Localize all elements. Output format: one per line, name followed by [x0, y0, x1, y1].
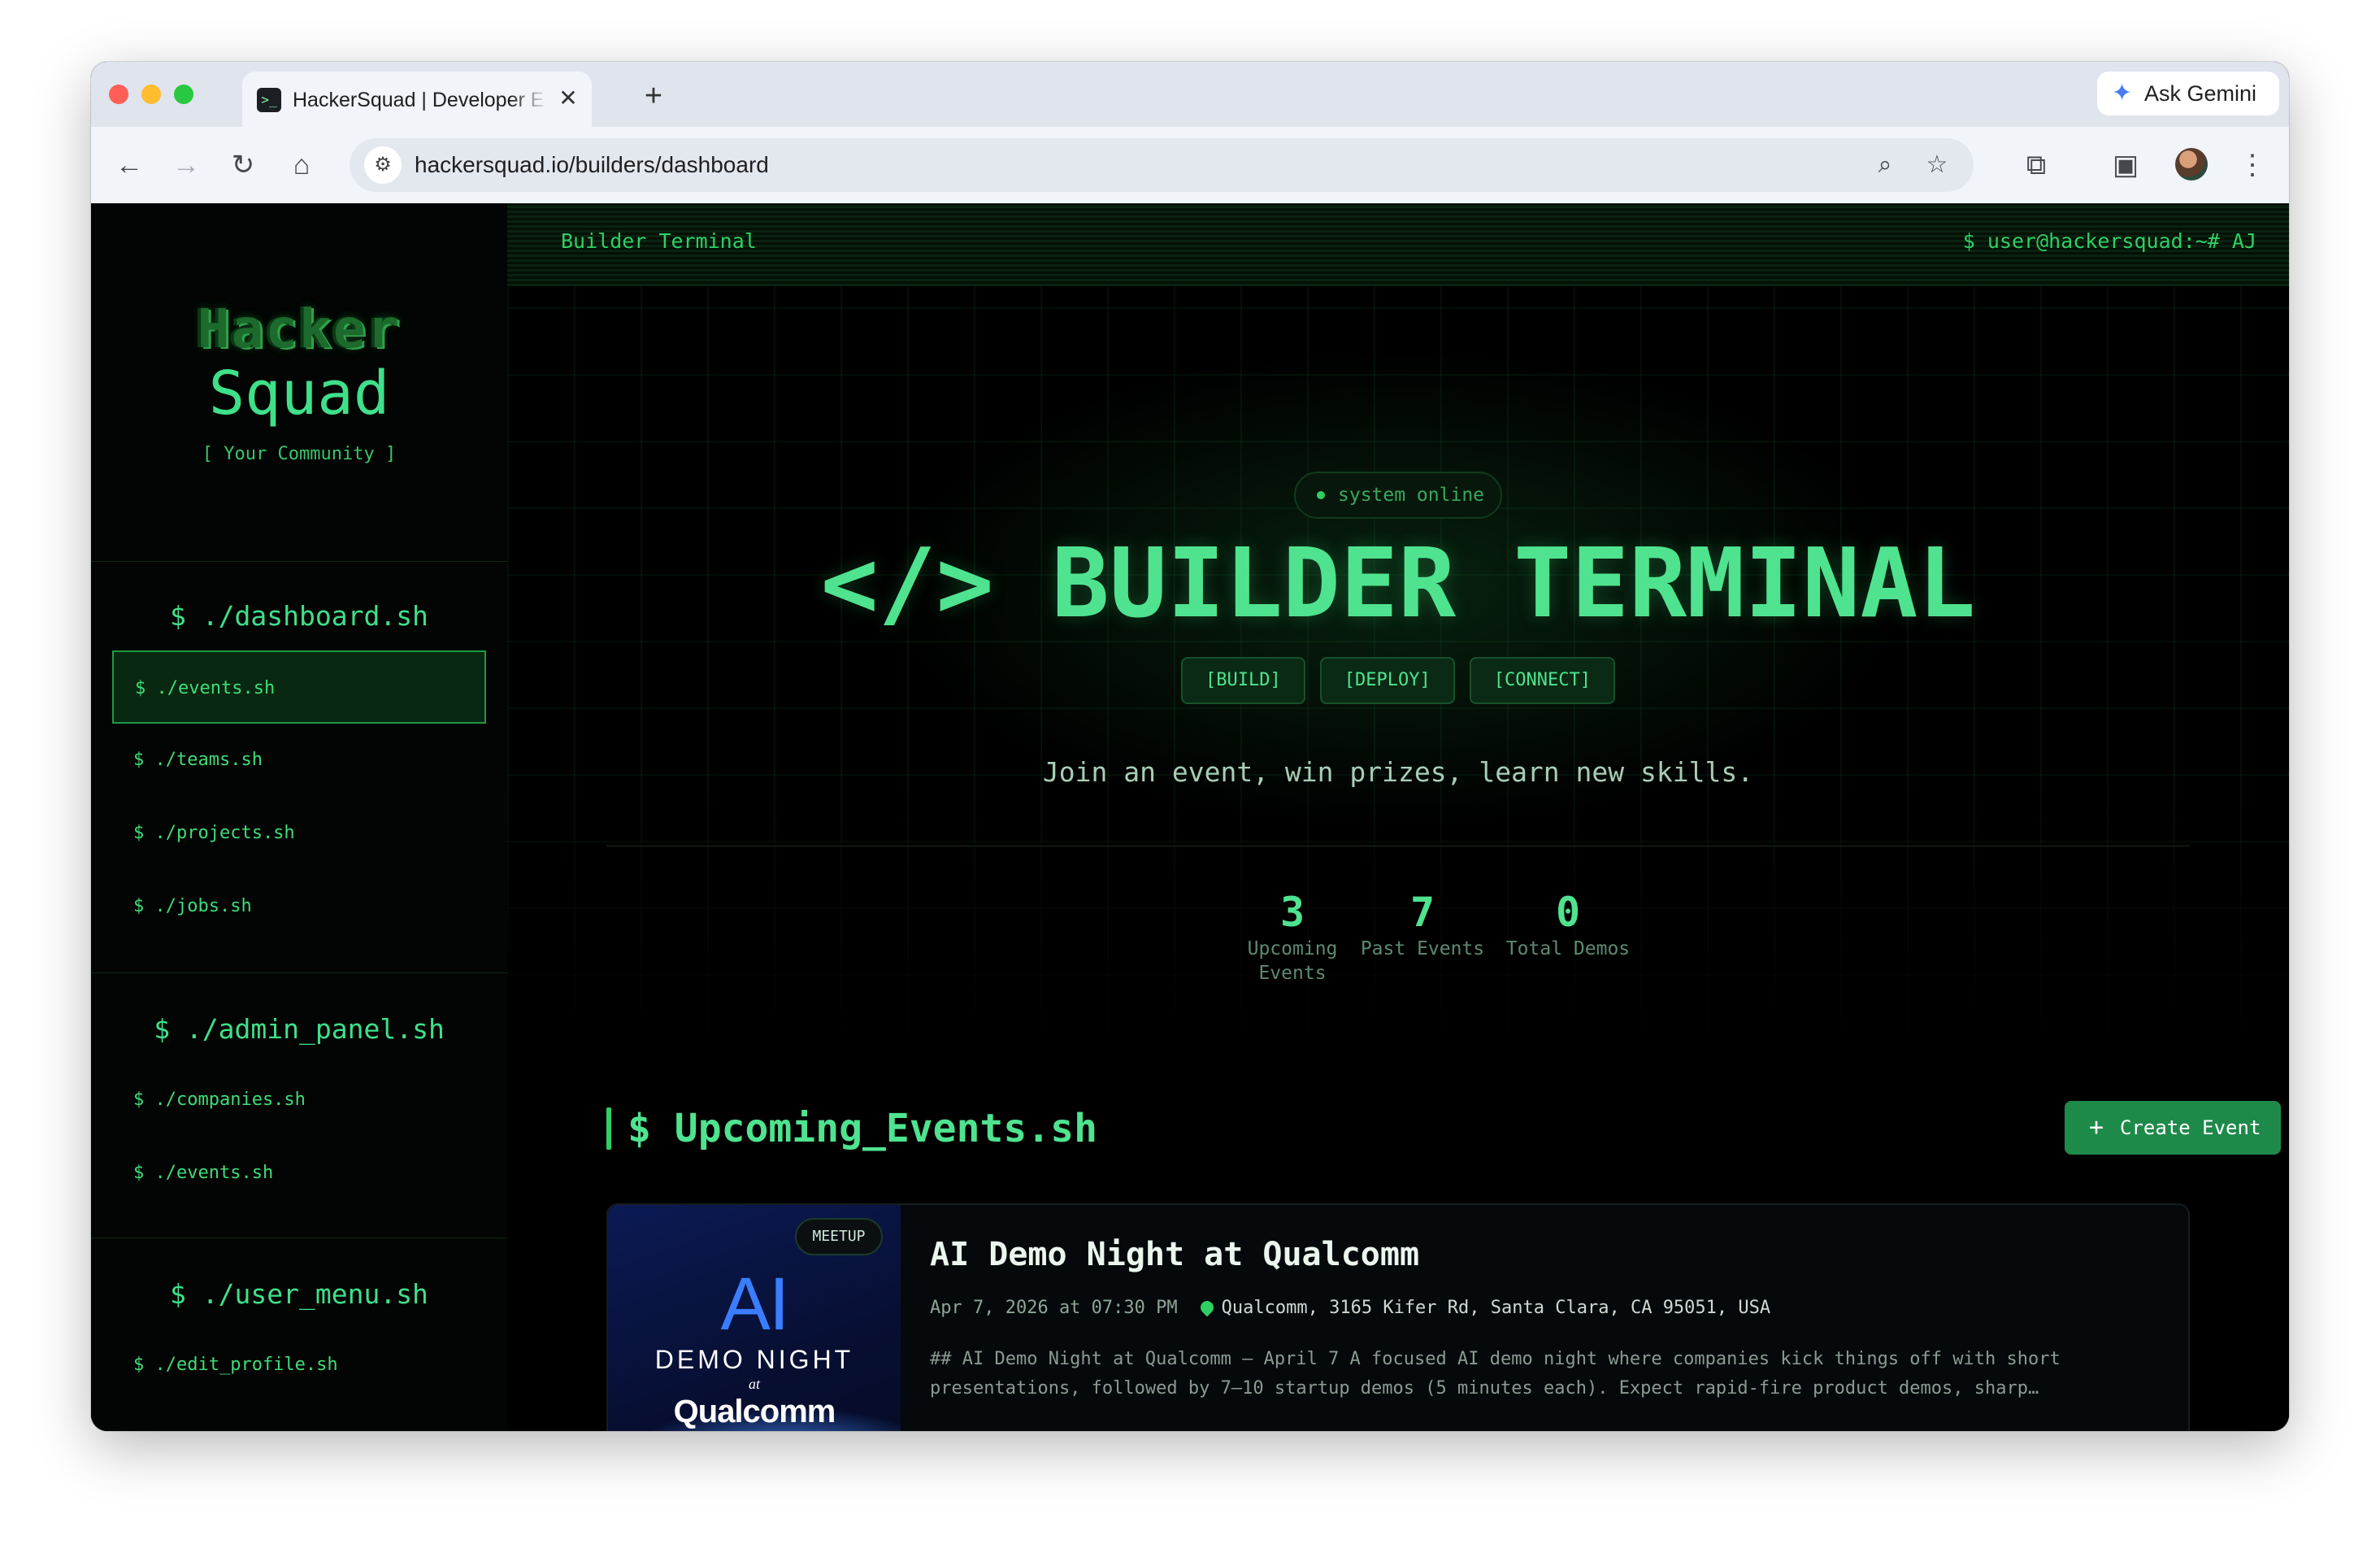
- sidebar-item-label: $ ./events.sh: [135, 678, 276, 698]
- more-menu-icon[interactable]: ⋮: [2232, 145, 2273, 185]
- hero-tags: [BUILD] [DEPLOY] [CONNECT]: [507, 657, 2289, 706]
- tab-title: HackerSquad | Developer Eco: [293, 89, 545, 111]
- bookmark-star-icon[interactable]: ☆: [1917, 145, 1957, 185]
- event-location: Qualcomm, 3165 Kifer Rd, Santa Clara, CA…: [1221, 1298, 1771, 1318]
- sidebar-divider: [91, 561, 507, 562]
- event-description-line: ## AI Demo Night at Qualcomm – April 7 A…: [930, 1349, 2061, 1369]
- cover-qualcomm-logo: Qualcomm: [673, 1394, 836, 1429]
- sidebar-item-jobs[interactable]: $ ./jobs.sh: [112, 870, 486, 943]
- stat-value: 7: [1409, 889, 1435, 936]
- sidebar-item-label: $ ./edit_profile.sh: [133, 1355, 338, 1375]
- stat-past-events: 7 Past Events: [1357, 888, 1488, 961]
- hero-title: </> BUILDER TERMINAL: [820, 527, 1976, 639]
- ask-gemini-label: Ask Gemini: [2144, 81, 2257, 106]
- new-tab-button[interactable]: +: [636, 78, 671, 114]
- logo-tagline: [ Your Community ]: [202, 444, 397, 464]
- stat-value: 3: [1279, 889, 1305, 936]
- sidebar-item-projects[interactable]: $ ./projects.sh: [112, 797, 486, 870]
- sidebar-item-label: $ ./jobs.sh: [133, 896, 252, 916]
- status-dot-icon: [1317, 491, 1325, 499]
- logo-squad[interactable]: Squad: [91, 359, 507, 428]
- event-date: Apr 7, 2026 at 07:30 PM: [930, 1298, 1178, 1318]
- sidebar-item-events[interactable]: $ ./events.sh: [112, 650, 486, 724]
- forward-icon[interactable]: →: [166, 145, 206, 185]
- sidebar-item-label: $ ./events.sh: [133, 1163, 274, 1183]
- gemini-icon: ✦: [2112, 80, 2133, 107]
- ask-gemini-button[interactable]: ✦ Ask Gemini: [2097, 72, 2279, 115]
- user-prompt[interactable]: $ user@hackersquad:~# AJ: [1963, 229, 2256, 253]
- section-title: $ Upcoming_Events.sh: [628, 1106, 1097, 1151]
- profile-avatar[interactable]: [2175, 148, 2208, 181]
- browser-tab[interactable]: >_ HackerSquad | Developer Eco ✕: [242, 72, 592, 127]
- maximize-window-button[interactable]: [174, 85, 193, 104]
- tag-connect: [CONNECT]: [1469, 657, 1615, 704]
- topbar-title: Builder Terminal: [561, 229, 757, 253]
- stats-row: 3 Upcoming Events 7 Past Events 0 Total …: [507, 888, 2289, 984]
- site-settings-icon[interactable]: ⚙: [364, 146, 402, 184]
- sidebar-item-edit-profile[interactable]: $ ./edit_profile.sh: [112, 1329, 486, 1402]
- extensions-icon[interactable]: ⧉: [2016, 145, 2056, 185]
- system-status-text: system online: [1338, 485, 1485, 506]
- event-type-badge: MEETUP: [795, 1218, 883, 1255]
- plus-icon: +: [2089, 1113, 2104, 1142]
- stat-value: 0: [1555, 889, 1581, 936]
- url-text[interactable]: hackersquad.io/builders/dashboard: [415, 138, 769, 192]
- close-window-button[interactable]: [109, 85, 128, 104]
- main-content: Builder Terminal $ user@hackersquad:~# A…: [507, 203, 2289, 1431]
- event-title[interactable]: AI Demo Night at Qualcomm: [930, 1234, 1419, 1275]
- sidebar-item-label: $ ./companies.sh: [133, 1090, 306, 1110]
- sidebar-section-admin-panel[interactable]: $ ./admin_panel.sh: [91, 1013, 507, 1045]
- sidebar-section-dashboard[interactable]: $ ./dashboard.sh: [91, 600, 507, 632]
- cover-at-text: at: [748, 1376, 760, 1392]
- tab-search-icon[interactable]: ▣: [2105, 145, 2146, 185]
- home-icon[interactable]: ⌂: [281, 145, 322, 185]
- sidebar-item-label: $ ./teams.sh: [133, 750, 263, 770]
- top-bar: Builder Terminal $ user@hackersquad:~# A…: [507, 203, 2289, 287]
- location-pin-icon: [1197, 1298, 1216, 1317]
- page-content: Hacker Squad [ Your Community ] $ ./dash…: [91, 203, 2289, 1431]
- heading-accent-bar: [606, 1107, 611, 1150]
- stat-total-demos: 0 Total Demos: [1499, 888, 1637, 961]
- tab-strip: >_ HackerSquad | Developer Eco ✕ + ✦ Ask…: [91, 62, 2289, 127]
- stat-label: Past Events: [1360, 938, 1485, 959]
- sidebar-item-teams[interactable]: $ ./teams.sh: [112, 724, 486, 797]
- create-event-button[interactable]: + Create Event: [2065, 1101, 2281, 1155]
- sidebar-item-admin-events[interactable]: $ ./events.sh: [112, 1137, 486, 1210]
- address-bar[interactable]: ⚙ hackersquad.io/builders/dashboard ⌕ ☆: [350, 138, 1974, 192]
- browser-toolbar: ← → ↻ ⌂ ⚙ hackersquad.io/builders/dashbo…: [91, 127, 2289, 204]
- hero-section: system online </> BUILDER TERMINAL [BUIL…: [507, 286, 2289, 1042]
- back-icon[interactable]: ←: [109, 145, 150, 185]
- tab-close-icon[interactable]: ✕: [553, 83, 584, 114]
- sidebar: Hacker Squad [ Your Community ] $ ./dash…: [91, 203, 508, 1431]
- tag-build: [BUILD]: [1181, 657, 1305, 704]
- minimize-window-button[interactable]: [141, 85, 161, 104]
- stat-upcoming-events: 3 Upcoming Events: [1227, 888, 1357, 985]
- hero-subtitle: Join an event, win prizes, learn new ski…: [1042, 756, 1754, 788]
- event-card[interactable]: AI DEMO NIGHT at Qualcomm MEETUP AI Demo…: [606, 1203, 2190, 1431]
- sidebar-item-companies[interactable]: $ ./companies.sh: [112, 1064, 486, 1137]
- create-event-label: Create Event: [2120, 1116, 2261, 1139]
- event-cover-image[interactable]: AI DEMO NIGHT at Qualcomm MEETUP: [608, 1205, 901, 1431]
- reload-icon[interactable]: ↻: [223, 145, 263, 185]
- sidebar-item-label: $ ./projects.sh: [133, 823, 295, 843]
- terminal-favicon-icon: >_: [257, 88, 281, 112]
- stat-label: Upcoming Events: [1247, 938, 1338, 984]
- tag-deploy: [DEPLOY]: [1319, 657, 1455, 704]
- system-status-badge: system online: [1294, 472, 1502, 519]
- event-description: ## AI Demo Night at Qualcomm – April 7 A…: [930, 1345, 2157, 1403]
- stat-label: Total Demos: [1505, 938, 1631, 959]
- logo-hacker[interactable]: Hacker: [91, 299, 507, 359]
- cover-demo-night-text: DEMO NIGHT: [654, 1345, 854, 1374]
- event-meta: Apr 7, 2026 at 07:30 PM Qualcomm, 3165 Ki…: [930, 1296, 1770, 1320]
- zoom-icon[interactable]: ⌕: [1865, 145, 1905, 185]
- browser-window: >_ HackerSquad | Developer Eco ✕ + ✦ Ask…: [91, 62, 2289, 1431]
- event-description-line: presentations, followed by 7–10 startup …: [930, 1378, 2039, 1399]
- sidebar-section-user-menu[interactable]: $ ./user_menu.sh: [91, 1278, 507, 1310]
- sidebar-divider: [91, 972, 507, 973]
- cover-ai-text: AI: [720, 1263, 790, 1346]
